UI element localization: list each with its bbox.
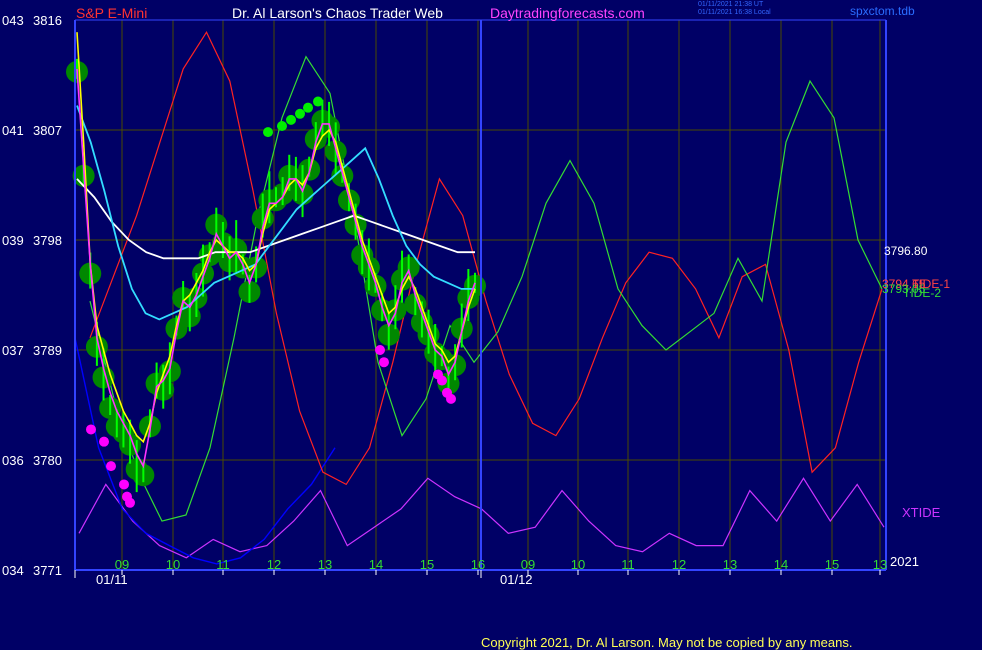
green-dot-1 — [277, 121, 287, 131]
red-dot-1 — [99, 436, 109, 447]
y-tick-left-5: 034 — [2, 563, 24, 578]
x-tick-label-1: 10 — [166, 557, 180, 572]
y-tick-left-1: 041 — [2, 123, 24, 138]
x-tick-label-5: 14 — [369, 557, 383, 572]
x-tick-label-14: 15 — [825, 557, 839, 572]
red-dot-11 — [446, 393, 456, 404]
y-tick-price-0: 3816 — [33, 13, 62, 28]
x-tick-label-13: 14 — [774, 557, 788, 572]
red-dot-7 — [379, 357, 389, 368]
x-tick-label-12: 13 — [723, 557, 737, 572]
x-tick-label-11: 12 — [672, 557, 686, 572]
x-tick-label-15: 13 — [873, 557, 887, 572]
red-dot-2 — [106, 461, 116, 472]
red-dot-6 — [375, 345, 385, 355]
study-file-label: spxctom.tdb — [850, 4, 915, 18]
y-tick-price-5: 3771 — [33, 563, 62, 578]
x-tick-label-7: 16 — [471, 557, 485, 572]
y-tick-price-2: 3798 — [33, 233, 62, 248]
chart-svg: 043 3816 041 3807 039 3798 037 3789 036 3780 034 37… — [2, 13, 950, 587]
right-label-xtide: XTIDE — [902, 505, 941, 520]
date-label-1: 01/12 — [500, 572, 533, 587]
y-tick-left-3: 037 — [2, 343, 24, 358]
green-dot-5 — [313, 96, 323, 107]
date-label-0: 01/11 — [96, 572, 128, 587]
timestamp-block: 01/11/2021 21:38 UT 01/11/2021 16:38 Loc… — [698, 1, 771, 17]
symbol-label: S&P E-Mini — [76, 5, 148, 21]
right-label-year: 2021 — [890, 554, 919, 569]
green-dot-0 — [263, 127, 273, 138]
x-tick-label-9: 10 — [571, 557, 585, 572]
green-dot-4 — [303, 102, 313, 113]
x-tick-label-3: 12 — [267, 557, 281, 572]
green-dot-3 — [295, 108, 305, 119]
x-tick-label-2: 11 — [216, 557, 230, 572]
y-tick-left-0: 043 — [2, 13, 24, 28]
y-tick-price-3: 3789 — [33, 343, 62, 358]
right-value-0: 3796.80 — [884, 244, 928, 258]
copyright-notice: Copyright 2021, Dr. Al Larson. May not b… — [481, 635, 853, 650]
red-dot-0 — [86, 424, 96, 435]
y-tick-left-4: 036 — [2, 453, 24, 468]
red-dot-9 — [437, 375, 447, 386]
x-tick-label-6: 15 — [420, 557, 434, 572]
timestamp-local: 01/11/2021 16:38 Local — [698, 9, 771, 16]
chart-canvas: 043 3816 041 3807 039 3798 037 3789 036 3780 034 37… — [0, 0, 982, 650]
chart-title: Dr. Al Larson's Chaos Trader Web — [232, 5, 443, 21]
website-link[interactable]: Daytradingforecasts.com — [490, 5, 645, 21]
green-dot-2 — [286, 114, 296, 125]
timestamp-utc: 01/11/2021 21:38 UT — [698, 1, 764, 8]
series-blue — [74, 337, 336, 565]
series-tide-2 — [89, 55, 883, 522]
x-tick-label-10: 11 — [621, 557, 635, 572]
y-tick-price-4: 3780 — [33, 453, 62, 468]
red-dot-5 — [125, 497, 135, 508]
red-dot-3 — [119, 479, 129, 490]
x-tick-label-4: 13 — [318, 557, 332, 572]
y-tick-left-2: 039 — [2, 233, 24, 248]
right-label-tide2: TIDE-2 — [903, 286, 941, 300]
y-tick-price-1: 3807 — [33, 123, 62, 138]
x-tick-label-8: 09 — [521, 557, 535, 572]
x-tick-label-0: 09 — [115, 557, 129, 572]
